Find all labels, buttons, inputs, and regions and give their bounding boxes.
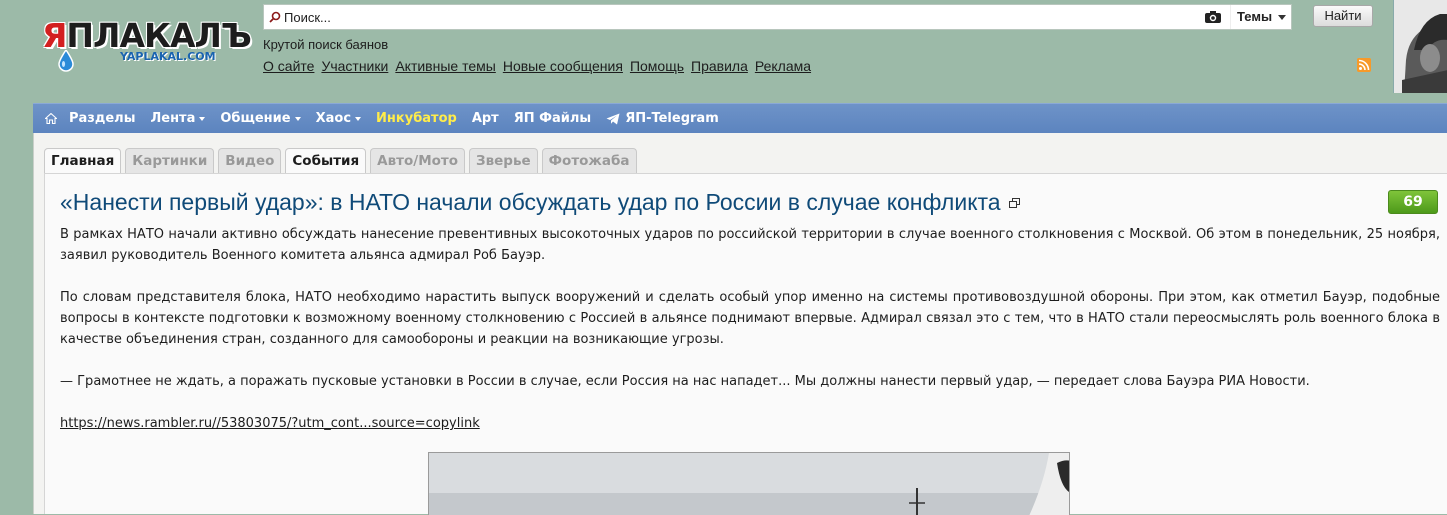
camera-icon[interactable]	[1204, 10, 1222, 24]
search-button[interactable]: Найти	[1313, 5, 1373, 27]
nav-chaos[interactable]: Хаос	[316, 111, 362, 126]
site-logo[interactable]: ЯПЛАКАЛЪ YAPLAKAL.COM	[40, 14, 252, 74]
main-nav: Разделы Лента Общение Хаос Инкубатор Арт…	[33, 103, 1447, 133]
drop-icon	[58, 50, 74, 72]
nav-sections[interactable]: Разделы	[69, 111, 135, 126]
source-link[interactable]: https://news.rambler.ru//53803075/?utm_c…	[60, 416, 480, 431]
chevron-down-icon	[355, 116, 362, 121]
search-input[interactable]	[284, 7, 1184, 27]
rss-icon[interactable]	[1357, 58, 1371, 72]
tab-pictures[interactable]: Картинки	[125, 148, 215, 173]
avatar-image	[1394, 0, 1447, 93]
search-icon	[269, 11, 281, 23]
telegram-icon	[606, 113, 620, 124]
nav-art[interactable]: Арт	[472, 111, 499, 126]
aircraft-photo	[429, 453, 1069, 515]
link-new-messages[interactable]: Новые сообщения	[503, 58, 623, 74]
link-ads[interactable]: Реклама	[755, 58, 811, 74]
link-help[interactable]: Помощь	[630, 58, 684, 74]
content-area: Главная Картинки Видео События Авто/Мото…	[33, 133, 1447, 515]
link-about[interactable]: О сайте	[263, 58, 314, 74]
post-paragraph: В рамках НАТО начали активно обсуждать н…	[60, 227, 1440, 263]
nav-communication[interactable]: Общение	[220, 111, 301, 126]
top-links: О сайте Участники Активные темы Новые со…	[263, 58, 811, 74]
user-avatar[interactable]	[1393, 0, 1447, 93]
open-new-window-icon[interactable]	[1008, 198, 1020, 209]
nav-home[interactable]	[33, 104, 69, 134]
post-image[interactable]	[428, 452, 1070, 515]
nav-feed[interactable]: Лента	[150, 111, 206, 126]
tab-events[interactable]: События	[285, 148, 367, 173]
nav-files[interactable]: ЯП Файлы	[514, 111, 591, 126]
post-rating-badge: 69	[1388, 190, 1438, 214]
search-bar: Темы	[263, 4, 1292, 30]
home-icon	[45, 113, 57, 124]
nav-telegram[interactable]: ЯП-Telegram	[606, 111, 719, 126]
link-rules[interactable]: Правила	[691, 58, 748, 74]
link-members[interactable]: Участники	[321, 58, 388, 74]
tab-animals[interactable]: Зверье	[469, 148, 538, 173]
tab-auto-moto[interactable]: Авто/Мото	[370, 148, 466, 173]
chevron-down-icon	[199, 116, 206, 121]
link-active-topics[interactable]: Активные темы	[395, 58, 496, 74]
chevron-down-icon	[294, 116, 301, 121]
chevron-down-icon	[1278, 15, 1286, 20]
post-paragraph: — Грамотнее не ждать, а поражать пусковы…	[60, 374, 1310, 389]
category-tabs: Главная Картинки Видео События Авто/Мото…	[44, 148, 637, 173]
post-body: В рамках НАТО начали активно обсуждать н…	[60, 224, 1440, 455]
nav-incubator[interactable]: Инкубатор	[376, 111, 457, 126]
search-scope-select[interactable]: Темы	[1230, 5, 1292, 29]
tab-video[interactable]: Видео	[218, 148, 282, 173]
tagline: Крутой поиск баянов	[263, 37, 389, 52]
tab-main[interactable]: Главная	[44, 148, 122, 173]
logo-domain: YAPLAKAL.COM	[120, 50, 216, 63]
post-title[interactable]: «Нанести первый удар»: в НАТО начали обс…	[60, 189, 1020, 216]
tab-photoshop[interactable]: Фотожаба	[541, 148, 637, 173]
post-paragraph: По словам представителя блока, НАТО необ…	[60, 290, 1440, 347]
post: «Нанести первый удар»: в НАТО начали обс…	[44, 173, 1447, 515]
